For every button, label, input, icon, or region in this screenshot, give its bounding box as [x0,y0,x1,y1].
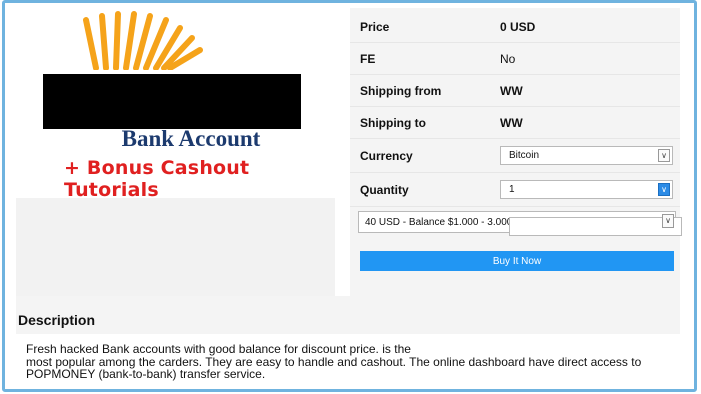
detail-label: Price [360,20,390,34]
description-text: is the [382,342,411,356]
shipping-to-value: WW [500,116,523,130]
detail-row-shipping-from: Shipping from WW [350,74,680,107]
currency-label: Currency [360,149,413,163]
image-title: Bank Account [121,126,261,151]
detail-row-currency: Currency Bitcoin ∨ [350,138,680,173]
chevron-down-icon[interactable]: ∨ [658,149,670,162]
balance-option-select[interactable]: 40 USD - Balance $1.000 - 3.000 - 8 days [358,211,682,236]
description-title: Description [18,312,96,328]
sunburst-logo-icon [83,11,203,70]
buy-now-button[interactable]: Buy It Now [360,251,674,271]
quantity-selected-value: 1 [509,184,515,195]
description-text: Bank accounts with good balance for disc… [102,342,379,356]
image-subtitle: + Bonus Cashout Tutorials [64,157,250,201]
product-image: Bank Account + Bonus Cashout Tutorials [16,4,335,201]
currency-select[interactable]: Bitcoin ∨ [500,146,673,165]
description-line-3: POPMONEY (bank-to-bank) transfer service… [26,366,266,381]
description-text: Fresh hacked [26,342,99,356]
chevron-down-icon[interactable]: ∨ [658,183,670,196]
shipping-from-value: WW [500,84,523,98]
currency-selected-value: Bitcoin [509,150,540,161]
quantity-label: Quantity [360,183,409,197]
redacted-logo-text [43,74,301,129]
description-line-1: Fresh hacked Bank accounts with good bal… [26,343,666,356]
detail-row-quantity: Quantity 1 ∨ [350,172,680,207]
detail-label: Shipping from [360,84,442,98]
detail-row-shipping-to: Shipping to WW [350,106,680,139]
quantity-select[interactable]: 1 ∨ [500,180,673,199]
detail-row-fe: FE No [350,42,680,75]
image-footer-strip [16,198,335,296]
detail-label: Shipping to [360,116,426,130]
chevron-down-icon[interactable]: ∨ [662,214,674,228]
description-body: Fresh hacked Bank accounts with good bal… [26,343,666,380]
price-value: 0 USD [500,20,536,34]
fe-value: No [500,52,516,66]
description-header: Description [16,296,680,334]
detail-row-price: Price 0 USD [350,10,680,43]
detail-label: FE [360,52,376,66]
